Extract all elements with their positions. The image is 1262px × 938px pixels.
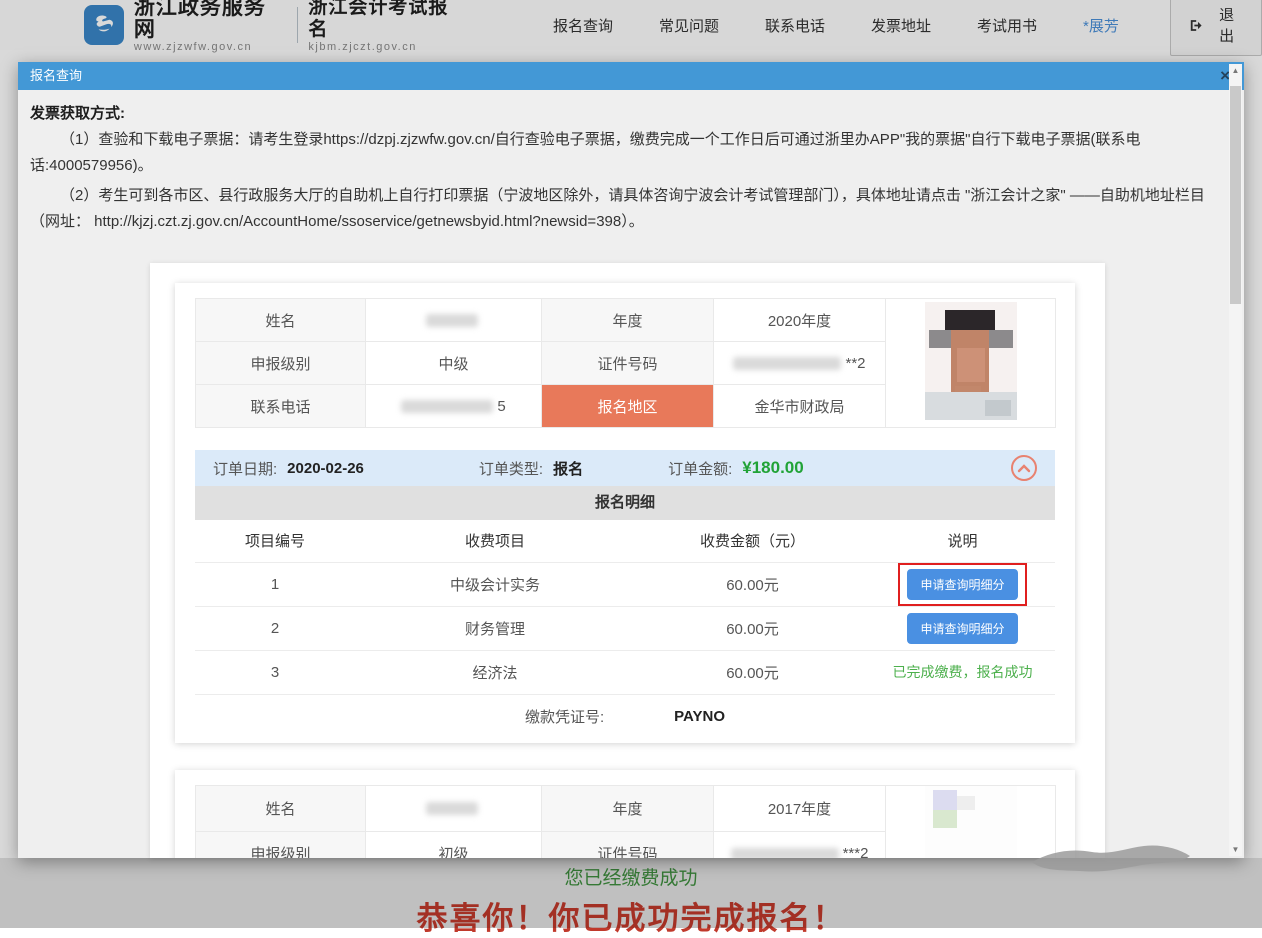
registration-query-modal: 报名查询 × 发票获取方式: （1）查验和下载电子票据：请考生登录https:/… xyxy=(18,62,1244,858)
level-value: 初级 xyxy=(366,831,542,858)
table-row: 1 中级会计实务 60.00元 申请查询明细分 xyxy=(195,562,1055,606)
item-no: 3 xyxy=(195,650,355,694)
item-no: 2 xyxy=(195,606,355,650)
order-summary-row: 订单日期:2020-02-26 订单类型:报名 订单金额:¥180.00 xyxy=(195,450,1055,486)
scrollbar-up-arrow-icon[interactable]: ▲ xyxy=(1229,64,1242,77)
request-detail-query-button[interactable]: 申请查询明细分 xyxy=(907,613,1017,644)
item-no: 1 xyxy=(195,562,355,606)
fee-amount: 60.00元 xyxy=(635,562,870,606)
applicant-info-table: 姓名 年度 2020年度 xyxy=(195,298,1056,428)
cert-value: ***2 xyxy=(714,831,886,858)
phone-label: 联系电话 xyxy=(196,385,366,428)
fee-details-table: 项目编号 收费项目 收费金额（元） 说明 1 中级会计实务 60.00元 申请查… xyxy=(195,520,1055,694)
signature-smudge-graphic xyxy=(1028,838,1193,872)
note-cell: 申请查询明细分 xyxy=(870,562,1055,606)
name-value xyxy=(366,786,542,832)
order-date: 订单日期:2020-02-26 xyxy=(213,458,364,479)
region-value: 金华市财政局 xyxy=(714,385,886,428)
name-label: 姓名 xyxy=(196,299,366,342)
table-header-row: 项目编号 收费项目 收费金额（元） 说明 xyxy=(195,520,1055,562)
phone-value: 5 xyxy=(366,385,542,428)
level-value: 中级 xyxy=(366,342,542,385)
applicant-photo xyxy=(886,299,1056,428)
cert-label: 证件号码 xyxy=(542,342,714,385)
redacted-name xyxy=(426,802,478,815)
cert-value: **2 xyxy=(714,342,886,385)
table-row: 姓名 年度 2017年度 xyxy=(196,786,1056,832)
region-label-highlighted: 报名地区 xyxy=(542,385,714,428)
year-label: 年度 xyxy=(542,786,714,832)
collapse-chevron-up-icon[interactable] xyxy=(1011,455,1037,481)
year-value: 2017年度 xyxy=(714,786,886,832)
table-row: 3 经济法 60.00元 已完成缴费，报名成功 xyxy=(195,650,1055,694)
fee-item: 财务管理 xyxy=(355,606,635,650)
payment-complete-status: 已完成缴费，报名成功 xyxy=(893,664,1033,680)
col-fee-amount: 收费金额（元） xyxy=(635,520,870,562)
redacted-cert-number xyxy=(733,357,841,370)
details-section-title: 报名明细 xyxy=(195,486,1055,520)
invoice-notice-paragraph-1: （1）查验和下载电子票据：请考生登录https://dzpj.zjzwfw.go… xyxy=(30,127,1214,179)
invoice-notice-paragraph-2: （2）考生可到各市区、县行政服务大厅的自助机上自行打印票据（宁波地区除外，请具体… xyxy=(30,183,1214,235)
scrollbar-thumb[interactable] xyxy=(1230,86,1241,304)
red-annotation-box: 申请查询明细分 xyxy=(898,563,1026,606)
name-label: 姓名 xyxy=(196,786,366,832)
table-row: 姓名 年度 2020年度 xyxy=(196,299,1056,342)
modal-scrollbar[interactable]: ▲ ▼ xyxy=(1229,64,1242,856)
note-cell: 已完成缴费，报名成功 xyxy=(870,650,1055,694)
table-row: 2 财务管理 60.00元 申请查询明细分 xyxy=(195,606,1055,650)
level-label: 申报级别 xyxy=(196,342,366,385)
record-card-2017: 姓名 年度 2017年度 申报级别 初级 xyxy=(175,770,1075,858)
cert-label: 证件号码 xyxy=(542,831,714,858)
order-type: 订单类型:报名 xyxy=(479,458,583,479)
invoice-notice-heading: 发票获取方式: xyxy=(30,102,1244,123)
redacted-cert-number xyxy=(731,848,839,858)
modal-titlebar: 报名查询 × xyxy=(18,62,1244,90)
fee-item: 中级会计实务 xyxy=(355,562,635,606)
col-item-no: 项目编号 xyxy=(195,520,355,562)
fee-amount: 60.00元 xyxy=(635,606,870,650)
level-label: 申报级别 xyxy=(196,831,366,858)
redacted-name xyxy=(426,314,478,327)
record-card-2020: 姓名 年度 2020年度 xyxy=(175,283,1075,743)
order-amount: 订单金额:¥180.00 xyxy=(668,458,804,479)
applicant-info-table: 姓名 年度 2017年度 申报级别 初级 xyxy=(195,785,1056,858)
note-cell: 申请查询明细分 xyxy=(870,606,1055,650)
fee-amount: 60.00元 xyxy=(635,650,870,694)
voucher-label: 缴款凭证号: xyxy=(525,706,604,727)
redacted-phone xyxy=(401,400,493,413)
request-detail-query-button[interactable]: 申请查询明细分 xyxy=(907,569,1017,600)
year-value: 2020年度 xyxy=(714,299,886,342)
name-value xyxy=(366,299,542,342)
voucher-value: PAYNO xyxy=(674,708,725,725)
col-note: 说明 xyxy=(870,520,1055,562)
col-fee-item: 收费项目 xyxy=(355,520,635,562)
payment-voucher-row: 缴款凭证号: PAYNO xyxy=(195,694,1055,738)
records-panel: 姓名 年度 2020年度 xyxy=(150,263,1105,858)
scrollbar-down-arrow-icon[interactable]: ▼ xyxy=(1229,843,1242,856)
modal-title: 报名查询 xyxy=(30,68,82,83)
year-label: 年度 xyxy=(542,299,714,342)
fee-item: 经济法 xyxy=(355,650,635,694)
